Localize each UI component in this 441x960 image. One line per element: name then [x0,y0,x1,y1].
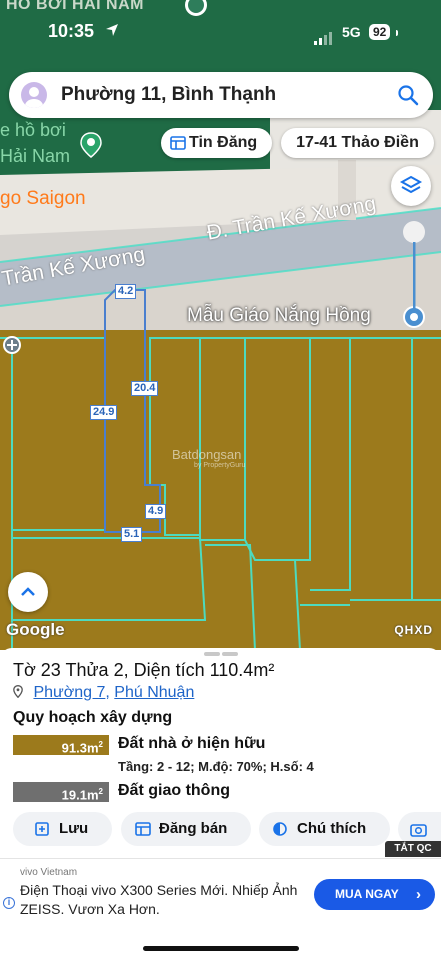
layers-icon [399,175,423,194]
listings-chip-label: Tin Đăng [189,134,258,151]
parcel-info-sheet: Tờ 23 Thửa 2, Diện tích 110.4m² Phường 7… [0,648,441,960]
district-link[interactable]: Phú Nhuận [114,684,194,701]
save-button[interactable]: Lưu [13,812,112,846]
ad-info-icon[interactable]: i [3,897,15,909]
contrast-icon [273,822,287,836]
camera-add-icon [410,824,427,837]
poi-saigon-label[interactable]: go Saigon [0,188,86,210]
avatar[interactable] [21,82,47,108]
zone-label: Đất nhà ở hiện hữu [118,735,266,752]
post-sale-label: Đăng bán [159,820,228,837]
location-arrow-icon [106,24,118,36]
watermark-logo-text: Batdongsan [172,447,242,462]
chevron-up-icon [21,587,35,596]
search-bar[interactable]: Phường 11, Bình Thạnh [9,72,433,118]
parcel-location: Phường 7, Phú Nhuận [13,684,194,702]
chevron-right-icon: › [416,886,421,903]
status-time: 10:35 [48,21,95,41]
dimension-label: 4.2 [115,284,137,299]
close-ad-button[interactable]: TẮT QC [385,841,441,857]
signal-icon [314,27,334,45]
location-separator: , [105,684,110,701]
location-chip[interactable]: 17-41 Thảo Điền [281,128,434,158]
dimension-label: 24.9 [90,405,118,420]
home-indicator[interactable] [143,946,299,951]
poi-pin-icon[interactable] [80,132,102,158]
poi-hoboi-label-2[interactable]: Hải Nam [0,146,70,167]
zone-detail: Tầng: 2 - 12; M.độ: 70%; H.số: 4 [118,759,314,774]
save-label: Lưu [59,820,89,837]
place-marker-icon[interactable] [2,335,22,355]
watermark: Batdongsan by PropertyGuru [172,447,245,469]
ad-brand: vivo Vietnam [20,867,78,878]
poi-school-label[interactable]: Mẫu Giáo Nắng Hồng [187,305,371,327]
expand-up-button[interactable] [8,572,48,612]
dimension-label: 5.1 [121,527,143,542]
layers-button[interactable] [391,166,431,206]
ad-banner[interactable]: vivo Vietnam i Điện Thoại vivo X300 Seri… [0,858,441,930]
search-icon[interactable] [397,84,419,106]
ad-text[interactable]: Điện Thoại vivo X300 Series Mới. Nhiếp Ả… [20,881,300,919]
legend-button[interactable]: Chú thích [259,812,390,846]
zone-area: 91.3m [61,740,99,756]
search-address[interactable]: Phường 11, Bình Thạnh [61,84,276,106]
network-type: 5G [342,24,361,40]
zone-area-badge: 91.3m2 [13,735,109,755]
legend-label: Chú thích [297,820,367,837]
ward-link[interactable]: Phường 7 [33,684,105,701]
planning-section-title: Quy hoạch xây dựng [13,709,173,726]
zone-area-badge-2: 19.1m2 [13,782,109,802]
battery-tip-icon [396,30,398,36]
zone-area-2: 19.1m [61,787,99,803]
post-sale-button[interactable]: Đăng bán [121,812,251,846]
dimension-label: 20.4 [131,381,159,396]
zone-label-2: Đất giao thông [118,782,230,799]
ad-cta-label: MUA NGAY [335,887,399,901]
status-bar: 10:35 5G 92 [0,20,441,46]
top-poi-label: HỒ BƠI HẢI NAM [6,0,144,13]
layer-code-label: QHXD [394,623,433,637]
poi-hoboi-label[interactable]: e hồ bơi [0,120,66,141]
zone-area-unit-sup: 2 [98,740,103,749]
save-icon [35,822,49,836]
ad-cta-button[interactable]: MUA NGAY › [314,879,435,910]
listings-chip[interactable]: Tin Đăng [161,128,272,158]
location-pin-icon [13,685,23,698]
sheet-handle-2[interactable] [222,652,238,656]
zone-area-unit-sup-2: 2 [98,787,103,796]
google-logo: Google [6,620,65,639]
listing-icon [170,136,186,150]
listing-icon [135,822,151,836]
battery-level: 92 [369,24,391,40]
watermark-sub: by PropertyGuru [194,462,246,469]
street-view-marker-icon[interactable] [400,220,430,312]
sheet-handle[interactable] [204,652,220,656]
parcel-title: Tờ 23 Thửa 2, Diện tích 110.4m² [13,660,275,680]
dimension-label: 4.9 [145,504,167,519]
